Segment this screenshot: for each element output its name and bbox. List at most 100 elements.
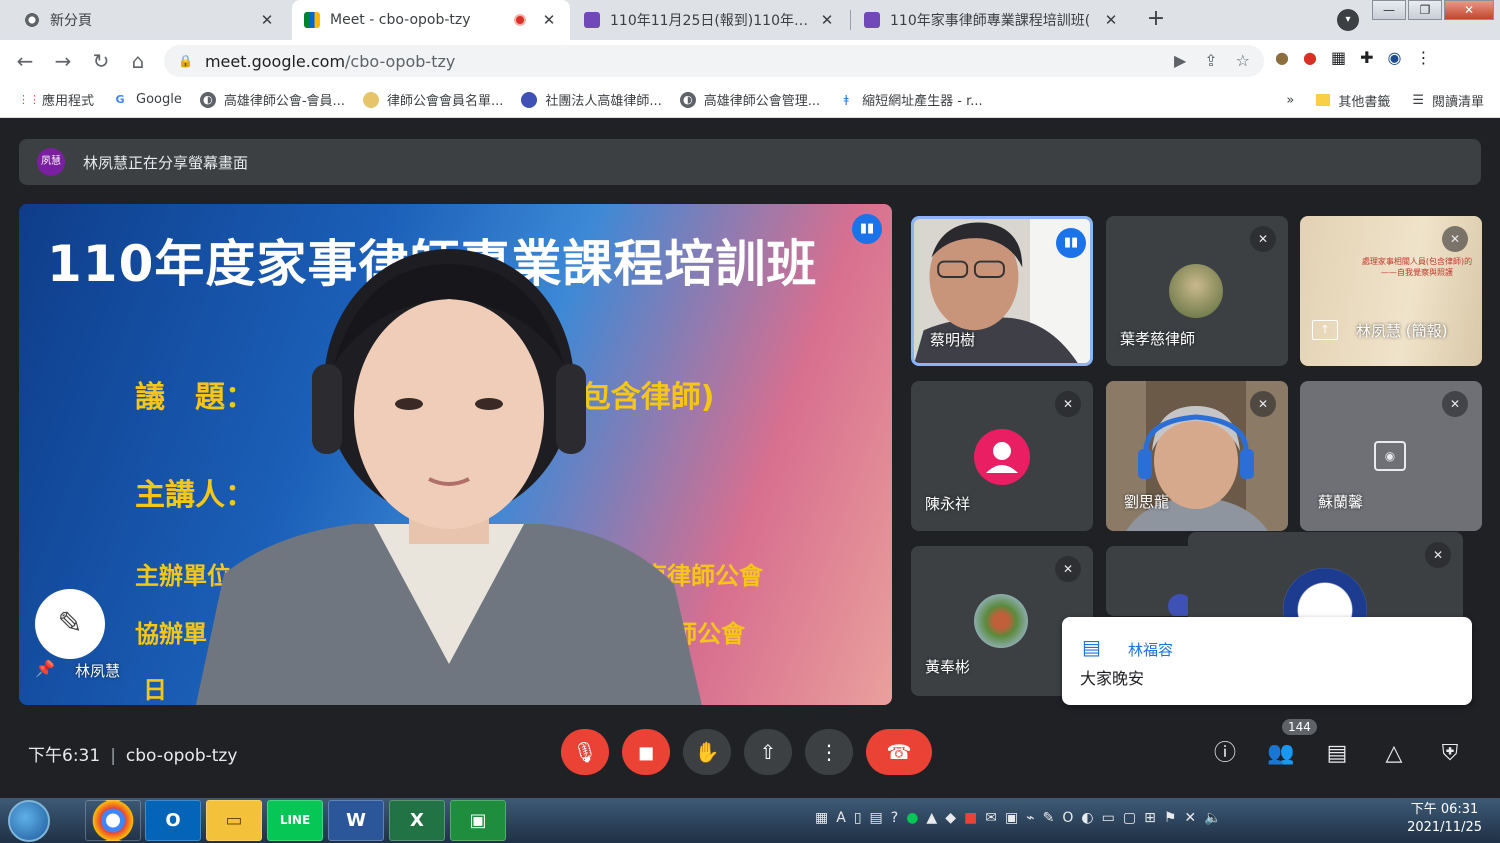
participant-tile[interactable]: ✕ 葉孝慈律師: [1106, 216, 1288, 366]
bookmark-kaohsiung-bar-association[interactable]: 社團法人高雄律師...: [521, 90, 662, 109]
reload-button[interactable]: ↻: [88, 48, 114, 74]
word-icon[interactable]: W: [328, 800, 384, 841]
forward-button[interactable]: →: [50, 48, 76, 74]
participant-tile-presentation[interactable]: 處理家事相關人員(包含律師)的——自我覺察與照護 ✕ ↑ 林夙慧 (簡報): [1300, 216, 1482, 366]
share-icon[interactable]: ⇪: [1204, 51, 1217, 70]
outlook-tray-icon[interactable]: O: [1062, 810, 1073, 826]
display-icon[interactable]: ▭: [1102, 810, 1115, 826]
tray-icon[interactable]: ▦: [815, 810, 828, 826]
home-button[interactable]: ⌂: [125, 48, 151, 74]
bookmark-kaohsiung-bar-members[interactable]: ◐ 高雄律師公會-會員...: [199, 90, 345, 109]
volume-icon[interactable]: 🔈: [1204, 810, 1221, 826]
close-tab-icon[interactable]: ✕: [818, 11, 836, 29]
mail-icon[interactable]: ✉: [985, 810, 997, 826]
chat-notification[interactable]: ▤ 林福容 大家晚安: [1062, 617, 1472, 705]
line-icon[interactable]: LINE: [267, 800, 323, 841]
network-icon[interactable]: ⌁: [1026, 810, 1034, 826]
chrome-menu-icon[interactable]: ⋮: [1415, 48, 1431, 67]
back-button[interactable]: ←: [12, 48, 38, 74]
participant-name: 劉思龍: [1124, 493, 1170, 511]
close-tab-icon[interactable]: ✕: [1102, 11, 1120, 29]
puzzle-extensions-icon[interactable]: ✚: [1360, 48, 1373, 67]
pin-icon[interactable]: 📌: [35, 659, 55, 678]
minimize-button[interactable]: —: [1372, 0, 1406, 20]
chat-button[interactable]: ▤: [1320, 737, 1354, 771]
host-controls-button[interactable]: ⛨: [1433, 737, 1467, 771]
start-button[interactable]: [8, 800, 50, 842]
maximize-button[interactable]: ❐: [1408, 0, 1442, 20]
tab-title: 新分頁: [50, 13, 92, 29]
tray-icon[interactable]: ◆: [945, 810, 956, 826]
chrome-icon[interactable]: [85, 800, 141, 841]
bookmark-star-icon[interactable]: ☆: [1236, 51, 1250, 70]
bookmark-bar-admin[interactable]: ◐ 高雄律師公會管理...: [679, 90, 820, 109]
line-tray-icon[interactable]: ●: [906, 810, 918, 826]
tray-icon[interactable]: ▯: [854, 810, 862, 826]
classroom-icon[interactable]: ▣: [450, 800, 506, 841]
raise-hand-button[interactable]: ✋: [683, 729, 731, 775]
bookmark-bar-member-list[interactable]: 律師公會會員名單...: [362, 90, 503, 109]
tab-search-icon[interactable]: ▾: [1337, 9, 1359, 31]
participant-tile[interactable]: ◉ ✕ 蘇蘭馨: [1300, 381, 1482, 531]
camera-in-use-icon[interactable]: ▶: [1174, 51, 1186, 70]
grid-extension-icon[interactable]: ▦: [1331, 48, 1346, 67]
activities-button[interactable]: △: [1377, 737, 1411, 771]
help-icon[interactable]: ?: [891, 810, 898, 826]
bookmark-google[interactable]: G Google: [112, 92, 182, 108]
tab-forms-checkin[interactable]: 110年11月25日(報到)110年度家 ✕: [572, 0, 848, 40]
mic-toggle-button[interactable]: 🎙: [561, 729, 609, 775]
profile-avatar[interactable]: ◉: [1387, 48, 1401, 67]
link-icon: ǂ: [843, 92, 849, 106]
reading-list-button[interactable]: 閱讀清單: [1432, 91, 1484, 110]
tray-icon[interactable]: ⊞: [1144, 810, 1156, 826]
taskbar-clock[interactable]: 下午 06:31 2021/11/25: [1407, 801, 1482, 837]
participant-tile[interactable]: ✕: [1188, 532, 1463, 618]
bookmark-apps[interactable]: ⋮⋮ 應用程式: [18, 90, 94, 110]
bookmark-url-shortener[interactable]: ǂ 縮短網址產生器 - r...: [838, 90, 983, 110]
tray-icon[interactable]: ✎: [1043, 810, 1055, 826]
tab-new-tab[interactable]: 新分頁 ✕: [12, 0, 288, 40]
flag-icon[interactable]: ⚑: [1164, 810, 1177, 826]
participant-tile[interactable]: ✕ 劉思龍: [1106, 381, 1288, 531]
tab-forms-course[interactable]: 110年家事律師專業課程培訓班( ✕: [852, 0, 1132, 40]
close-window-button[interactable]: ✕: [1444, 0, 1494, 20]
explorer-icon[interactable]: ▭: [206, 800, 262, 841]
slide-line: 日: [143, 676, 167, 704]
participant-tile[interactable]: ▮▮ 蔡明樹: [911, 216, 1093, 366]
present-screen-button[interactable]: ⇧: [744, 729, 792, 775]
seal-icon: [521, 91, 538, 108]
tab-title: 110年家事律師專業課程培訓班(: [890, 13, 1091, 29]
taskbar-time: 下午 06:31: [1410, 802, 1479, 817]
people-button[interactable]: 👥: [1264, 737, 1298, 771]
tray-icon[interactable]: ◐: [1081, 810, 1093, 826]
camera-toggle-button[interactable]: ◼: [622, 729, 670, 775]
participant-tile[interactable]: [1106, 546, 1196, 616]
participant-name: 蘇蘭馨: [1318, 493, 1364, 511]
tray-icon[interactable]: ▢: [1123, 810, 1136, 826]
new-tab-button[interactable]: +: [1141, 5, 1171, 35]
other-bookmarks-button[interactable]: 其他書籤: [1338, 91, 1390, 110]
tray-icon[interactable]: ✕: [1184, 810, 1196, 826]
owl-extension-icon[interactable]: ●: [1275, 48, 1289, 67]
ime-icon[interactable]: A: [836, 810, 846, 826]
thumbnail-slide-text: 處理家事相關人員(包含律師)的——自我覺察與照護: [1361, 257, 1473, 277]
pdf-extension-icon[interactable]: ●: [1303, 48, 1317, 67]
tray-icon[interactable]: ▤: [870, 810, 883, 826]
shield-lock-icon: ⛨: [1441, 741, 1459, 766]
tray-icon[interactable]: ■: [964, 810, 977, 826]
close-tab-icon[interactable]: ✕: [540, 11, 558, 29]
main-video-tile[interactable]: 110年度家事律師專業課程培訓班 議 題： (包含律師) 主講人： 主辦單位 屏…: [19, 204, 892, 705]
meeting-details-button[interactable]: ⓘ: [1208, 737, 1242, 771]
more-options-button[interactable]: ⋮: [805, 729, 853, 775]
presenting-text: 林夙慧正在分享螢幕畫面: [83, 153, 249, 172]
tab-meet[interactable]: Meet - cbo-opob-tzy ✕: [292, 0, 570, 40]
tray-icon[interactable]: ▣: [1005, 810, 1018, 826]
outlook-icon[interactable]: O: [145, 800, 201, 841]
excel-icon[interactable]: X: [389, 800, 445, 841]
bookmarks-overflow-button[interactable]: »: [1286, 93, 1294, 108]
close-tab-icon[interactable]: ✕: [258, 11, 276, 29]
address-bar[interactable]: 🔒 meet.google.com/cbo-opob-tzy ▶ ⇪ ☆: [164, 45, 1264, 77]
participant-tile[interactable]: ✕ 陳永祥: [911, 381, 1093, 531]
tray-icon[interactable]: ▲: [926, 810, 937, 826]
leave-call-button[interactable]: ☎: [866, 729, 932, 775]
